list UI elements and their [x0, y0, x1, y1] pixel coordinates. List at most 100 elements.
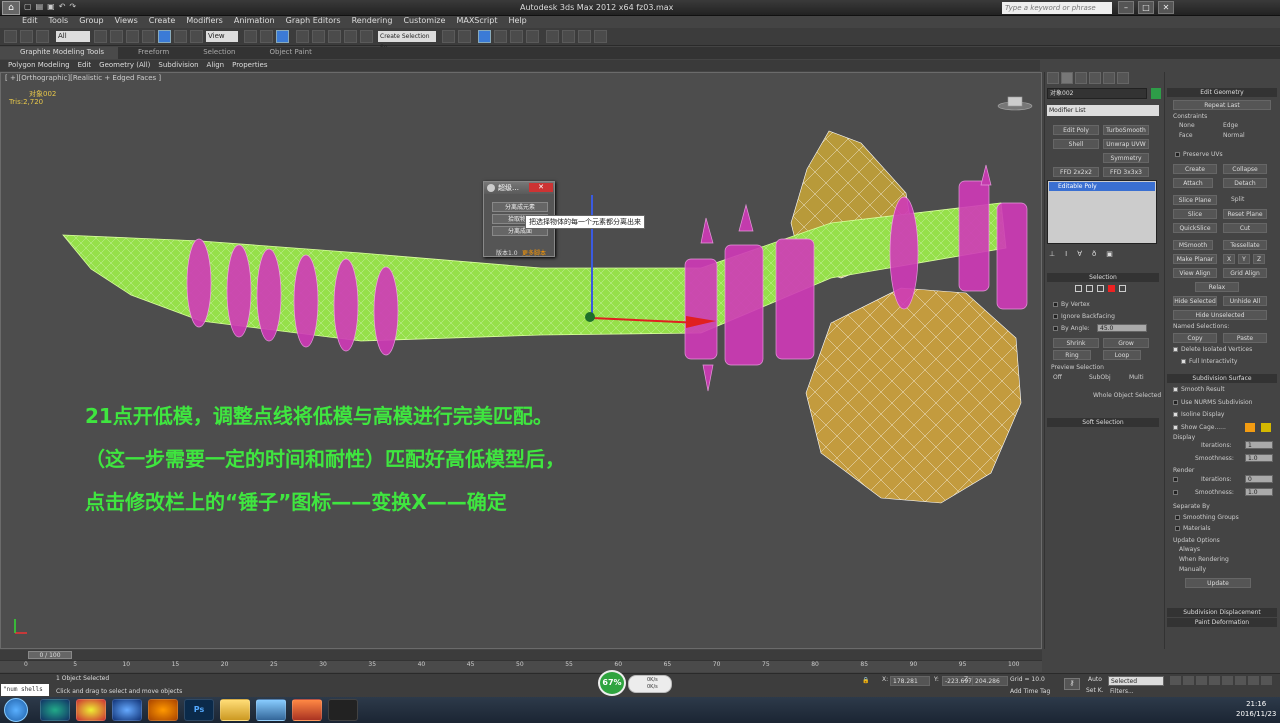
go-to-start-icon[interactable] — [1170, 676, 1181, 685]
render-smoothness-spinner[interactable]: 1.0 — [1245, 488, 1273, 496]
delete-isolated-checkbox[interactable] — [1173, 347, 1178, 352]
relax-button[interactable]: Relax — [1195, 282, 1239, 292]
edge-mode-icon[interactable] — [1086, 285, 1093, 292]
planar-z-button[interactable]: Z — [1253, 254, 1265, 264]
menu-help[interactable]: Help — [509, 16, 527, 28]
detach-button[interactable]: Detach — [1223, 178, 1267, 188]
unhide-all-button[interactable]: Unhide All — [1223, 296, 1267, 306]
detach-elements-button[interactable]: 分离成元素 — [492, 202, 548, 212]
selection-rollout-header[interactable]: Selection — [1047, 273, 1159, 282]
hierarchy-tab-icon[interactable] — [1075, 72, 1087, 84]
set-key-button[interactable]: Set K. — [1086, 687, 1104, 694]
preview-off-radio[interactable]: Off — [1053, 374, 1062, 381]
turbosmooth-button[interactable]: TurboSmooth — [1103, 125, 1149, 135]
x-coordinate-field[interactable]: 178.281 — [890, 676, 930, 686]
panel-align[interactable]: Align — [207, 60, 225, 71]
panel-geometry-all[interactable]: Geometry (All) — [99, 60, 150, 71]
manipulate-icon[interactable] — [260, 30, 273, 43]
maximize-icon[interactable]: □ — [1138, 1, 1154, 14]
preview-subobj-radio[interactable]: SubObj — [1089, 374, 1111, 381]
lock-icon[interactable]: 🔒 — [862, 677, 869, 684]
render-iterations-spinner[interactable]: 0 — [1245, 475, 1273, 483]
shrink-button[interactable]: Shrink — [1053, 338, 1099, 348]
preview-multi-radio[interactable]: Multi — [1129, 374, 1144, 381]
previous-frame-icon[interactable] — [1183, 676, 1194, 685]
ignore-backfacing-checkbox[interactable] — [1053, 314, 1058, 319]
auto-key-button[interactable]: Auto — [1088, 676, 1102, 683]
quickslice-button[interactable]: QuickSlice — [1173, 223, 1217, 233]
taskbar-clock[interactable]: 21:16 2016/11/23 — [1236, 699, 1276, 719]
cage-color-2-swatch[interactable] — [1261, 423, 1271, 432]
z-coordinate-field[interactable]: 204.286 — [972, 676, 1008, 686]
loop-button[interactable]: Loop — [1103, 350, 1141, 360]
make-planar-button[interactable]: Make Planar — [1173, 254, 1217, 264]
tab-freeform[interactable]: Freeform — [118, 47, 183, 59]
slice-button[interactable]: Slice — [1173, 209, 1217, 219]
app-logo-icon[interactable]: ⌂ — [2, 1, 20, 15]
shell-button[interactable]: Shell — [1053, 139, 1099, 149]
menu-maxscript[interactable]: MAXScript — [456, 16, 497, 28]
planar-y-button[interactable]: Y — [1238, 254, 1250, 264]
motion-tab-icon[interactable] — [1089, 72, 1101, 84]
reference-coordinate-dropdown[interactable]: View — [206, 31, 238, 42]
app-pictures-icon[interactable] — [256, 699, 286, 721]
app-orange-icon[interactable] — [148, 699, 178, 721]
grid-align-button[interactable]: Grid Align — [1223, 268, 1267, 278]
edit-poly-button[interactable]: Edit Poly — [1053, 125, 1099, 135]
smoothing-groups-checkbox[interactable] — [1175, 515, 1180, 520]
materials-checkbox[interactable] — [1175, 526, 1180, 531]
element-mode-icon[interactable] — [1119, 285, 1126, 292]
show-cage-checkbox[interactable] — [1173, 425, 1178, 430]
constraint-normal-radio[interactable]: Normal — [1223, 132, 1245, 139]
time-slider[interactable]: 0 / 100 — [0, 650, 1042, 660]
menu-create[interactable]: Create — [149, 16, 176, 28]
percent-snap-icon[interactable] — [328, 30, 341, 43]
border-mode-icon[interactable] — [1097, 285, 1104, 292]
constraint-edge-radio[interactable]: Edge — [1223, 122, 1238, 129]
more-scripts-link[interactable]: 更多脚本 — [522, 248, 546, 257]
object-color-swatch[interactable] — [1151, 88, 1161, 99]
network-monitor-percent[interactable]: 67% — [598, 670, 626, 696]
hide-selected-button[interactable]: Hide Selected — [1173, 296, 1217, 306]
edit-named-selection-icon[interactable] — [360, 30, 373, 43]
display-tab-icon[interactable] — [1103, 72, 1115, 84]
select-rotate-icon[interactable] — [174, 30, 187, 43]
selection-filter-dropdown[interactable]: All — [56, 31, 90, 42]
zoom-icon[interactable] — [1235, 676, 1246, 685]
ffd-2x2x2-button[interactable]: FFD 2x2x2 — [1053, 167, 1099, 177]
save-icon[interactable]: ▣ — [47, 2, 55, 14]
align-icon[interactable] — [458, 30, 471, 43]
menu-rendering[interactable]: Rendering — [352, 16, 393, 28]
full-interactivity-checkbox[interactable] — [1181, 359, 1186, 364]
link-icon[interactable] — [4, 30, 17, 43]
paste-button[interactable]: Paste — [1223, 333, 1267, 343]
panel-properties[interactable]: Properties — [232, 60, 267, 71]
time-slider-handle[interactable]: 0 / 100 — [28, 651, 72, 659]
planar-x-button[interactable]: X — [1223, 254, 1235, 264]
reset-plane-button[interactable]: Reset Plane — [1223, 209, 1267, 219]
track-bar[interactable]: 0 5 10 15 20 25 30 35 40 45 50 55 60 65 70 75 80 85 90 95 10… — [0, 660, 1042, 672]
use-nurms-checkbox[interactable] — [1173, 400, 1178, 405]
isoline-display-checkbox[interactable] — [1173, 412, 1178, 417]
collapse-button[interactable]: Collapse — [1223, 164, 1267, 174]
menu-group[interactable]: Group — [79, 16, 103, 28]
schematic-view-icon[interactable] — [526, 30, 539, 43]
menu-modifiers[interactable]: Modifiers — [186, 16, 223, 28]
grow-button[interactable]: Grow — [1103, 338, 1149, 348]
constraint-none-radio[interactable]: None — [1179, 122, 1195, 129]
make-unique-icon[interactable]: ∀ — [1077, 250, 1082, 258]
select-object-icon[interactable] — [94, 30, 107, 43]
app-folder-icon[interactable] — [220, 699, 250, 721]
help-search-input[interactable]: Type a keyword or phrase — [1002, 2, 1112, 14]
render-smoothness-checkbox[interactable] — [1173, 490, 1178, 495]
window-crossing-icon[interactable] — [142, 30, 155, 43]
new-icon[interactable]: ▢ — [24, 2, 32, 14]
preserve-uvs-checkbox[interactable] — [1175, 152, 1180, 157]
copy-button[interactable]: Copy — [1173, 333, 1217, 343]
app-chrome-icon[interactable] — [40, 699, 70, 721]
attach-button[interactable]: Attach — [1173, 178, 1213, 188]
graphite-toggle-icon[interactable] — [494, 30, 507, 43]
play-icon[interactable] — [1196, 676, 1207, 685]
ffd-3x3x3-button[interactable]: FFD 3x3x3 — [1103, 167, 1149, 177]
open-icon[interactable]: ▤ — [36, 2, 44, 14]
